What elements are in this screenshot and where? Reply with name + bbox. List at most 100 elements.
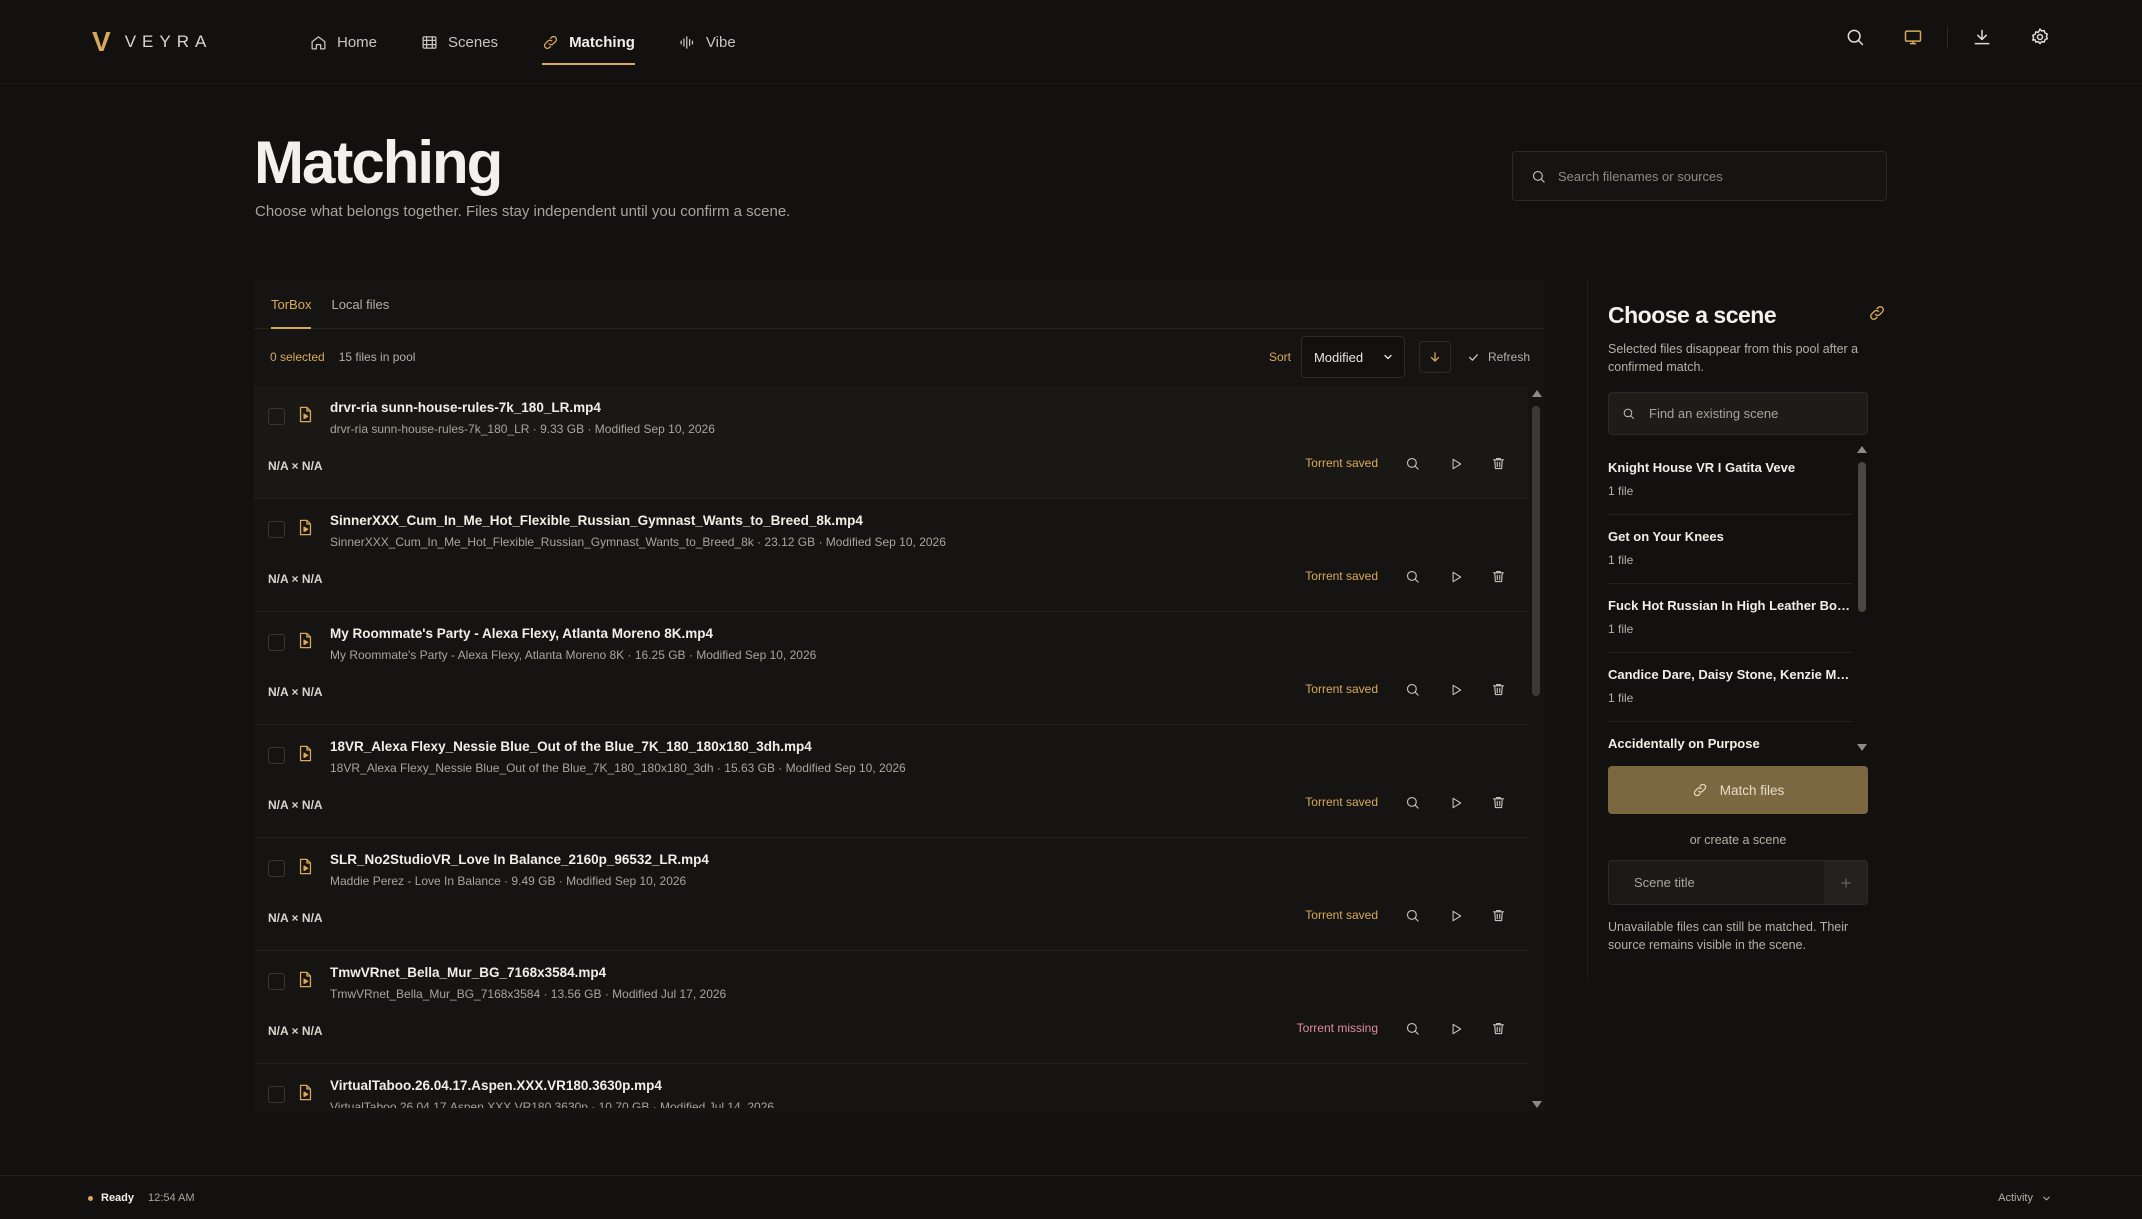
- scene-name: Fuck Hot Russian In High Leather Boots: [1608, 598, 1852, 613]
- file-row[interactable]: SLR_No2StudioVR_Love In Balance_2160p_96…: [254, 838, 1528, 951]
- scroll-down-arrow[interactable]: [1532, 1101, 1542, 1108]
- selected-count: 0 selected: [270, 349, 325, 364]
- play-icon[interactable]: [1446, 567, 1465, 586]
- toolbar-divider: [1947, 26, 1948, 48]
- scene-panel: Choose a scene Selected files disappear …: [1587, 280, 1887, 980]
- link-icon: [1692, 782, 1708, 798]
- play-icon[interactable]: [1446, 1019, 1465, 1038]
- match-files-button[interactable]: Match files: [1608, 766, 1868, 814]
- scene-search-box[interactable]: [1608, 392, 1868, 435]
- file-checkbox[interactable]: [268, 408, 285, 425]
- scene-list-item[interactable]: Knight House VR I Gatita Veve 1 file: [1608, 446, 1852, 515]
- nav-item-home[interactable]: Home: [310, 0, 377, 84]
- sort-select[interactable]: Modified: [1300, 336, 1405, 378]
- video-file-icon: [298, 406, 313, 423]
- file-row[interactable]: My Roommate's Party - Alexa Flexy, Atlan…: [254, 612, 1528, 725]
- sort-label: Sort: [1268, 350, 1291, 364]
- activity-toggle[interactable]: Activity: [1998, 1192, 2052, 1204]
- file-dimensions: N/A × N/A: [268, 572, 323, 586]
- file-checkbox[interactable]: [268, 747, 285, 764]
- search-icon[interactable]: [1403, 680, 1422, 699]
- nav-item-scenes[interactable]: Scenes: [421, 0, 498, 84]
- file-meta: 18VR_Alexa Flexy_Nessie Blue_Out of the …: [330, 761, 906, 775]
- sort-direction-button[interactable]: [1418, 341, 1451, 373]
- file-meta: SinnerXXX_Cum_In_Me_Hot_Flexible_Russian…: [330, 535, 946, 549]
- file-pool-panel: TorBox Local files 0 selected 15 files i…: [254, 280, 1544, 1112]
- file-dimensions: N/A × N/A: [268, 798, 323, 812]
- file-actions: [1403, 567, 1508, 586]
- search-icon[interactable]: [1403, 567, 1422, 586]
- download-icon[interactable]: [1972, 27, 1992, 47]
- tab-local-files[interactable]: Local files: [331, 280, 389, 329]
- nav-label-scenes: Scenes: [448, 33, 499, 51]
- brand-logo-mark: V: [92, 26, 111, 57]
- search-icon[interactable]: [1845, 27, 1865, 47]
- play-icon[interactable]: [1446, 793, 1465, 812]
- nav-item-matching[interactable]: Matching: [542, 0, 635, 84]
- search-icon[interactable]: [1403, 793, 1422, 812]
- scroll-thumb[interactable]: [1858, 462, 1866, 612]
- trash-icon[interactable]: [1489, 454, 1508, 473]
- file-checkbox[interactable]: [268, 634, 285, 651]
- torrent-status: Torrent saved: [1305, 908, 1378, 922]
- file-row[interactable]: 18VR_Alexa Flexy_Nessie Blue_Out of the …: [254, 725, 1528, 838]
- file-row[interactable]: drvr-ria sunn-house-rules-7k_180_LR.mp4 d…: [254, 386, 1528, 499]
- scene-list-item[interactable]: Accidentally on Purpose1 file: [1608, 722, 1852, 751]
- scene-list-item[interactable]: Candice Dare, Daisy Stone, Kenzie Madiso…: [1608, 653, 1852, 722]
- trash-icon[interactable]: [1489, 1019, 1508, 1038]
- play-icon[interactable]: [1446, 906, 1465, 925]
- trash-icon[interactable]: [1489, 567, 1508, 586]
- filename-search-input[interactable]: [1558, 168, 1858, 184]
- file-checkbox[interactable]: [268, 973, 285, 990]
- monitor-icon[interactable]: [1903, 27, 1923, 47]
- search-icon[interactable]: [1403, 1019, 1422, 1038]
- gear-icon[interactable]: [2030, 27, 2050, 47]
- sort-selected-value: Modified: [1313, 349, 1364, 365]
- scroll-thumb[interactable]: [1532, 406, 1540, 696]
- trash-icon[interactable]: [1489, 906, 1508, 925]
- file-row[interactable]: SinnerXXX_Cum_In_Me_Hot_Flexible_Russian…: [254, 499, 1528, 612]
- scene-list-item[interactable]: Fuck Hot Russian In High Leather Boots 1 …: [1608, 584, 1852, 653]
- torrent-status: Torrent saved: [1305, 456, 1378, 470]
- trash-icon[interactable]: [1489, 793, 1508, 812]
- refresh-button[interactable]: Refresh: [1467, 350, 1530, 364]
- scene-search-input[interactable]: [1649, 406, 1849, 421]
- file-name: TmwVRnet_Bella_Mur_BG_7168x3584.mp4: [330, 965, 607, 980]
- scene-title-field[interactable]: [1608, 860, 1868, 905]
- search-icon[interactable]: [1403, 906, 1422, 925]
- trash-icon[interactable]: [1489, 680, 1508, 699]
- file-checkbox[interactable]: [268, 521, 285, 538]
- brand[interactable]: V VEYRA: [92, 28, 212, 56]
- scroll-up-arrow[interactable]: [1857, 446, 1867, 453]
- tab-torbox[interactable]: TorBox: [271, 280, 312, 329]
- scene-file-count: 1 file: [1608, 553, 1634, 567]
- play-icon[interactable]: [1446, 454, 1465, 473]
- file-row[interactable]: TmwVRnet_Bella_Mur_BG_7168x3584.mp4 TmwVR…: [254, 951, 1528, 1064]
- waveform-icon: [679, 34, 696, 51]
- scroll-up-arrow[interactable]: [1532, 390, 1542, 397]
- scene-panel-title: Choose a scene: [1608, 302, 1777, 328]
- file-checkbox[interactable]: [268, 1086, 285, 1103]
- filename-search-box[interactable]: [1512, 151, 1887, 201]
- scene-panel-description: Selected files disappear from this pool …: [1608, 342, 1859, 374]
- file-checkbox[interactable]: [268, 860, 285, 877]
- or-create-label: or create a scene: [1689, 833, 1787, 847]
- top-navigation: V VEYRA Home Scenes Matching Vibe: [0, 0, 2142, 84]
- film-icon: [421, 34, 438, 51]
- scene-title-input[interactable]: [1609, 875, 1825, 890]
- file-list-scrollbar[interactable]: [1530, 390, 1542, 1108]
- file-row[interactable]: VirtualTaboo.26.04.17.Aspen.XXX.VR180.36…: [254, 1064, 1528, 1108]
- scene-list-scrollbar[interactable]: [1857, 446, 1867, 751]
- search-icon[interactable]: [1403, 454, 1422, 473]
- play-icon[interactable]: [1446, 680, 1465, 699]
- link-icon[interactable]: [1868, 304, 1886, 322]
- top-actions: [1845, 26, 2050, 48]
- search-icon: [1531, 169, 1546, 184]
- scene-name: Get on Your Knees: [1608, 529, 1724, 544]
- scroll-down-arrow[interactable]: [1857, 744, 1867, 751]
- file-dimensions: N/A × N/A: [268, 911, 323, 925]
- scene-list-item[interactable]: Get on Your Knees 1 file: [1608, 515, 1852, 584]
- nav-item-vibe[interactable]: Vibe: [679, 0, 736, 84]
- add-scene-button[interactable]: [1824, 861, 1867, 904]
- scene-list: Knight House VR I Gatita Veve 1 file Get o…: [1608, 446, 1852, 751]
